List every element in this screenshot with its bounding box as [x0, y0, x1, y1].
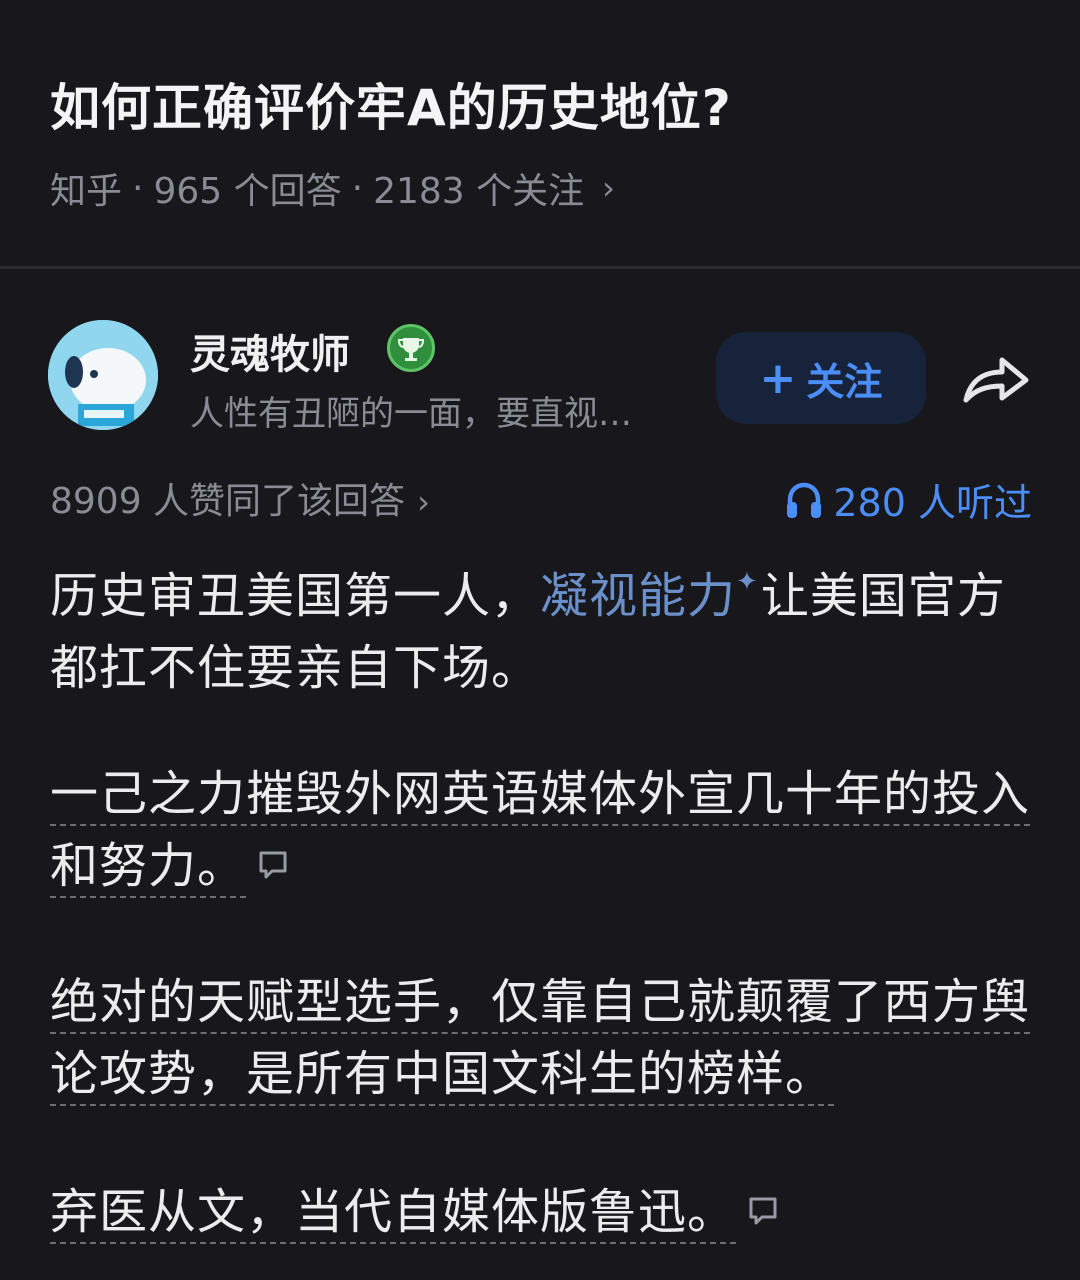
keyword-link[interactable]: 凝视能力 [540, 568, 736, 624]
trophy-icon [397, 338, 425, 361]
listen-count[interactable]: 280 人听过 [785, 472, 1032, 527]
annotated-text[interactable]: 弃医从文，当代自媒体版鲁迅。 [50, 1184, 737, 1244]
avatar[interactable] [48, 320, 158, 430]
chevron-right-icon: › [602, 169, 615, 207]
platform-label: 知乎 [50, 171, 123, 212]
follower-count: 2183 个关注 [373, 171, 585, 212]
answer-page: 如何正确评价牢A的历史地位? 知乎 · 965 个回答 · 2183 个关注 ›… [0, 0, 1080, 1280]
trophy-badge-icon[interactable] [387, 324, 435, 372]
answer-text: 历史审丑美国第一人， [50, 568, 541, 624]
meta-separator: · [132, 167, 144, 209]
follow-button[interactable]: + 关注 [716, 332, 926, 424]
listen-label: 280 人听过 [833, 481, 1032, 525]
meta-separator: · [351, 167, 364, 209]
author-name[interactable]: 灵魂牧师 [190, 322, 350, 380]
answer-paragraph: 历史审丑美国第一人，凝视能力✦让美国官方都扛不住要亲自下场。 [50, 546, 1040, 704]
headphone-icon [787, 482, 822, 518]
annotated-text[interactable]: 绝对的天赋型选手，仅靠自己就颠覆了西方舆论攻势，是所有中国文科生的榜样。 [50, 974, 1031, 1106]
agree-count[interactable]: 8909 人赞同了该回答 › [50, 472, 430, 524]
avatar-image [48, 320, 158, 430]
comment-icon[interactable] [256, 848, 290, 882]
section-divider [0, 266, 1080, 269]
plus-icon: + [759, 352, 797, 404]
share-icon[interactable] [960, 348, 1032, 408]
sparkle-icon: ✦ [736, 567, 759, 597]
agree-label: 8909 人赞同了该回答 [50, 481, 406, 522]
question-title[interactable]: 如何正确评价牢A的历史地位? [50, 68, 732, 140]
answer-paragraph: 弃医从文，当代自媒体版鲁迅。 [50, 1176, 1040, 1248]
answer-count: 965 个回答 [153, 171, 342, 212]
answer-paragraph: 绝对的天赋型选手，仅靠自己就颠覆了西方舆论攻势，是所有中国文科生的榜样。 [50, 966, 1040, 1110]
follow-label: 关注 [806, 359, 883, 404]
answer-paragraph: 一己之力摧毁外网英语媒体外宣几十年的投入和努力。 [50, 758, 1040, 902]
author-bio: 人性有丑陋的一面，要直视… [190, 394, 632, 434]
annotated-text[interactable]: 一己之力摧毁外网英语媒体外宣几十年的投入和努力。 [50, 766, 1031, 898]
question-meta[interactable]: 知乎 · 965 个回答 · 2183 个关注 › [50, 162, 615, 214]
chevron-right-icon: › [417, 483, 430, 521]
comment-icon[interactable] [746, 1194, 780, 1228]
